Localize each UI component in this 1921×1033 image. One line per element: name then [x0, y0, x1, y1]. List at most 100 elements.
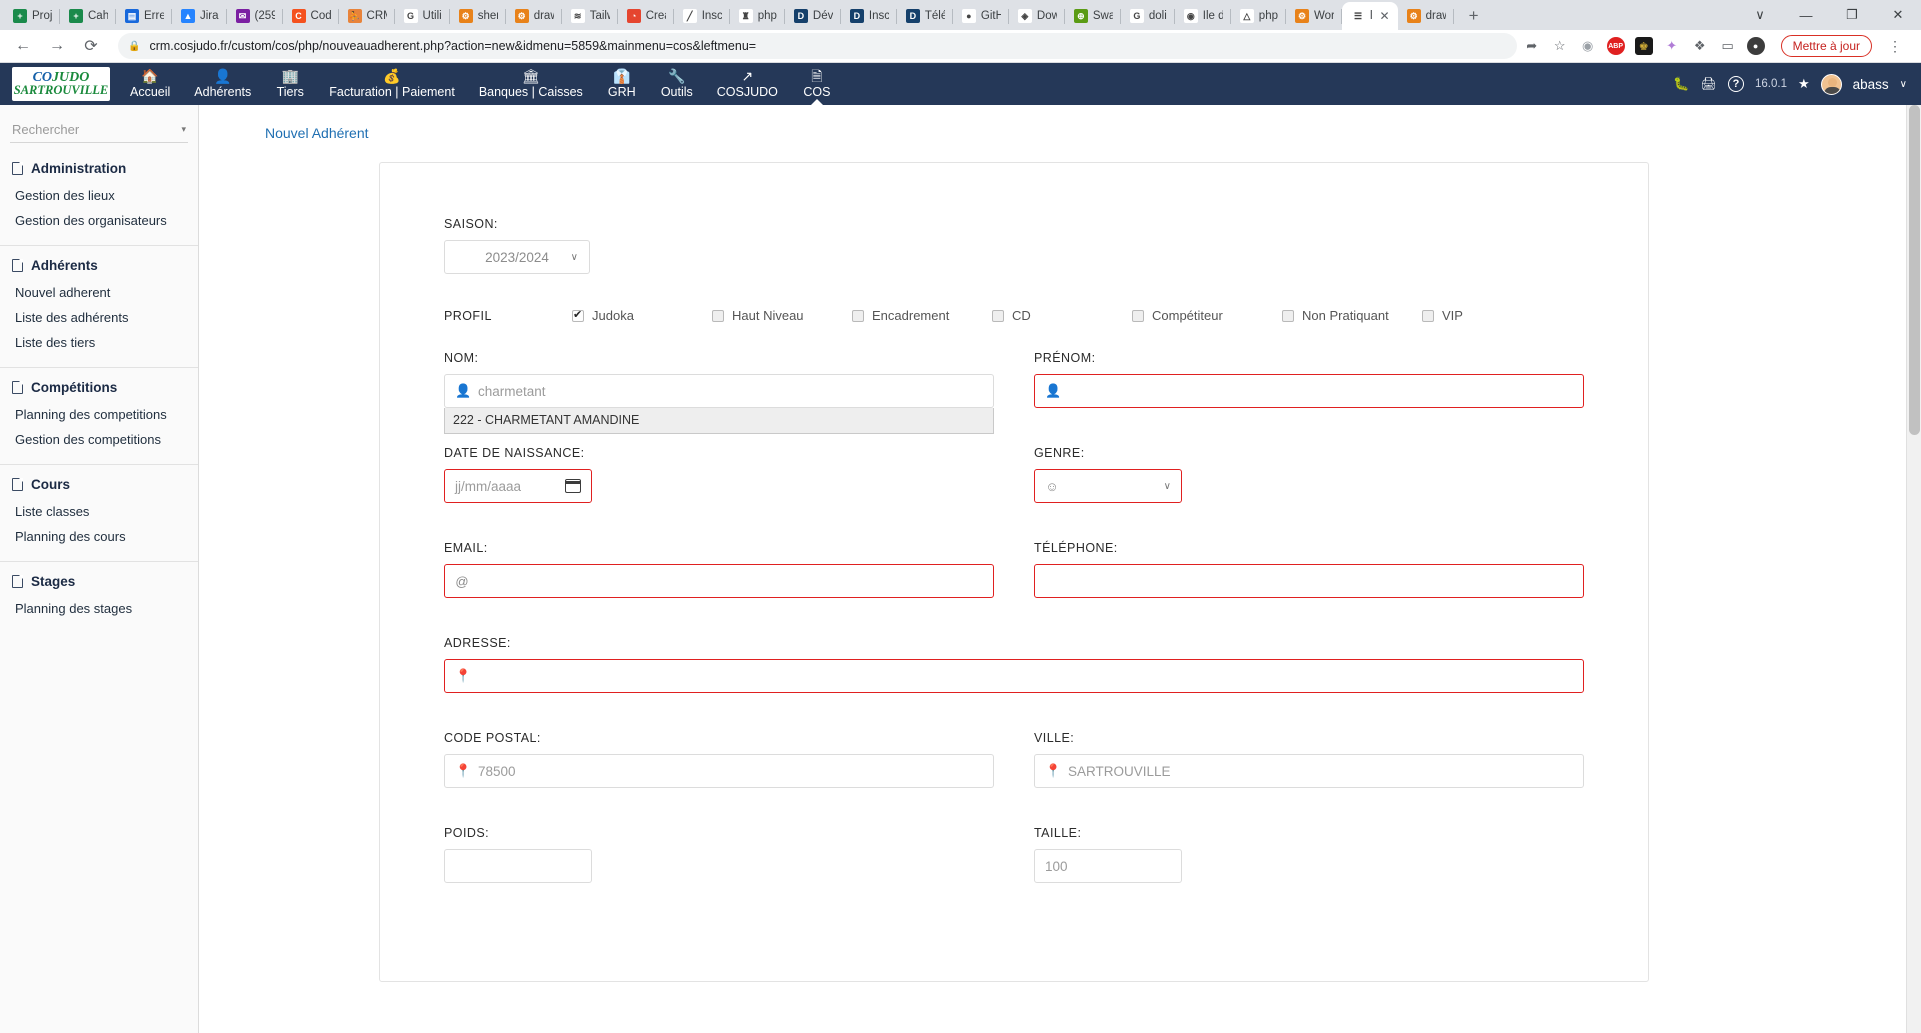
checkbox-icon[interactable] — [992, 309, 1004, 322]
adresse-input[interactable]: 📍 — [444, 659, 1584, 693]
calendar-icon[interactable] — [565, 479, 581, 493]
sidebar-item-gestion-des-competitions[interactable]: Gestion des competitions — [0, 428, 198, 453]
favorite-star-icon[interactable]: ★ — [1798, 76, 1810, 92]
checkbox-icon[interactable] — [1132, 309, 1144, 322]
profil-checkbox-comp-titeur[interactable]: Compétiteur — [1132, 308, 1282, 323]
page-scrollbar[interactable]: ▼ — [1906, 105, 1921, 1033]
browser-tab[interactable]: D Télé — [897, 2, 953, 30]
browser-tab[interactable]: ♜ php — [730, 2, 785, 30]
user-avatar[interactable] — [1820, 73, 1842, 95]
taille-input[interactable]: 100 — [1034, 849, 1182, 883]
maximize-button[interactable]: ❐ — [1829, 0, 1875, 30]
browser-tab[interactable]: ≋ Tailw — [562, 2, 618, 30]
extensions-puzzle-icon[interactable]: ❖ — [1691, 37, 1709, 55]
sidebar-item-liste-classes[interactable]: Liste classes — [0, 500, 198, 525]
browser-tab[interactable]: ╱ Inscr — [674, 2, 730, 30]
browser-tab[interactable]: D Insc — [841, 2, 897, 30]
date-naissance-input[interactable]: jj/mm/aaaa — [444, 469, 592, 503]
browser-tab[interactable]: ⚙ draw — [1398, 2, 1454, 30]
profil-checkbox-vip[interactable]: VIP — [1422, 308, 1492, 323]
browser-tab[interactable]: + Proj — [4, 2, 60, 30]
browser-tab[interactable]: ▲ Jira — [172, 2, 227, 30]
nav-item-outils[interactable]: 🔧 Outils — [649, 63, 705, 105]
sidebar-group-title[interactable]: Cours — [0, 475, 198, 500]
sidebar-search[interactable]: Rechercher ▾ — [10, 119, 188, 143]
checkbox-icon[interactable] — [712, 309, 724, 322]
nav-item-cos[interactable]: 🗎 COS — [790, 63, 844, 105]
nav-item-cosjudo[interactable]: ↗ COSJUDO — [705, 63, 790, 105]
sidebar-item-planning-des-cours[interactable]: Planning des cours — [0, 525, 198, 550]
browser-tab[interactable]: ◉ Ile d — [1175, 2, 1231, 30]
bug-icon[interactable]: 🐛 — [1673, 76, 1689, 92]
sidebar-item-liste-des-tiers[interactable]: Liste des tiers — [0, 331, 198, 356]
url-input[interactable]: 🔒 crm.cosjudo.fr/custom/cos/php/nouveaua… — [118, 33, 1517, 59]
username-label[interactable]: abass — [1853, 77, 1889, 92]
browser-tab[interactable]: ▤ Erre — [116, 2, 172, 30]
browser-tab[interactable]: ☰ l ✕ — [1341, 2, 1398, 30]
browser-tab[interactable]: ◔ Crea — [618, 2, 674, 30]
update-button[interactable]: Mettre à jour — [1780, 35, 1872, 57]
extension-ghostery-icon[interactable]: ◉ — [1579, 37, 1597, 55]
email-input[interactable]: @ — [444, 564, 994, 598]
browser-tab[interactable]: △ php — [1231, 2, 1286, 30]
sidebar-group-title[interactable]: Administration — [0, 159, 198, 184]
share-icon[interactable]: ➦ — [1523, 37, 1541, 55]
tab-search-button[interactable]: ∨ — [1737, 0, 1783, 30]
scrollbar-thumb[interactable] — [1909, 105, 1920, 435]
extension-adblock-icon[interactable]: ABP — [1606, 37, 1625, 55]
minimize-button[interactable]: — — [1783, 0, 1829, 30]
browser-tab[interactable]: ⛹ CRM — [339, 2, 395, 30]
sidebar-item-liste-des-adh-rents[interactable]: Liste des adhérents — [0, 306, 198, 331]
browser-tab[interactable]: Gdoli — [1121, 2, 1175, 30]
sidebar-item-gestion-des-lieux[interactable]: Gestion des lieux — [0, 184, 198, 209]
nav-item-facturation-paiement[interactable]: 💰 Facturation | Paiement — [317, 63, 467, 105]
browser-tab[interactable]: C Cod — [283, 2, 339, 30]
sidepanel-icon[interactable]: ▭ — [1719, 37, 1737, 55]
checkbox-icon[interactable] — [572, 308, 584, 322]
back-icon[interactable]: ← — [8, 32, 38, 60]
checkbox-icon[interactable] — [1422, 309, 1434, 322]
reload-icon[interactable]: ⟳ — [76, 32, 106, 60]
nav-item-grh[interactable]: 👔 GRH — [595, 63, 649, 105]
bookmark-star-icon[interactable]: ☆ — [1551, 37, 1569, 55]
profil-checkbox-cd[interactable]: CD — [992, 308, 1132, 323]
nom-input[interactable]: 👤 charmetant — [444, 374, 994, 408]
new-tab-button[interactable]: + — [1460, 2, 1488, 30]
browser-tab[interactable]: D Dév — [785, 2, 841, 30]
poids-input[interactable] — [444, 849, 592, 883]
print-icon[interactable]: 🖨 — [1700, 76, 1717, 92]
sidebar-group-title[interactable]: Compétitions — [0, 378, 198, 403]
profil-checkbox-judoka[interactable]: Judoka — [572, 308, 712, 323]
profil-checkbox-non-pratiquant[interactable]: Non Pratiquant — [1282, 308, 1422, 323]
telephone-input[interactable] — [1034, 564, 1584, 598]
nav-item-adh-rents[interactable]: 👤 Adhérents — [182, 63, 263, 105]
close-tab-icon[interactable]: ✕ — [1380, 9, 1390, 23]
nav-item-banques-caisses[interactable]: 🏛 Banques | Caisses — [467, 63, 595, 105]
nav-item-tiers[interactable]: 🏢 Tiers — [263, 63, 317, 105]
extension-dashlane-icon[interactable]: ♚ — [1634, 37, 1653, 55]
profile-avatar-icon[interactable]: ● — [1746, 37, 1765, 55]
checkbox-icon[interactable] — [1282, 309, 1294, 322]
browser-tab[interactable]: ✉ (259 — [227, 2, 283, 30]
nom-autocomplete-option[interactable]: 222 - CHARMETANT AMANDINE — [444, 408, 994, 434]
sidebar-item-planning-des-competitions[interactable]: Planning des competitions — [0, 403, 198, 428]
help-icon[interactable]: ? — [1728, 76, 1744, 92]
prenom-input[interactable]: 👤 — [1034, 374, 1584, 408]
checkbox-icon[interactable] — [852, 309, 864, 322]
browser-tab[interactable]: ⚙ sher — [450, 2, 506, 30]
ville-input[interactable]: 📍 SARTROUVILLE — [1034, 754, 1584, 788]
sidebar-group-title[interactable]: Stages — [0, 572, 198, 597]
sidebar-item-planning-des-stages[interactable]: Planning des stages — [0, 597, 198, 622]
chevron-down-icon[interactable]: ▾ — [181, 124, 186, 135]
browser-tab[interactable]: ◈ Dow — [1009, 2, 1065, 30]
browser-tab[interactable]: ⊕ Swa — [1065, 2, 1121, 30]
profil-checkbox-haut-niveau[interactable]: Haut Niveau — [712, 308, 852, 323]
nav-item-accueil[interactable]: 🏠 Accueil — [118, 63, 182, 105]
extension-purple-icon[interactable]: ✦ — [1663, 37, 1681, 55]
sidebar-item-nouvel-adherent[interactable]: Nouvel adherent — [0, 281, 198, 306]
browser-tab[interactable]: G Utili — [395, 2, 450, 30]
close-window-button[interactable]: ✕ — [1875, 0, 1921, 30]
saison-select[interactable]: 2023/2024 ∨ — [444, 240, 590, 274]
genre-select[interactable]: ☺ ∨ — [1034, 469, 1182, 503]
forward-icon[interactable]: → — [42, 32, 72, 60]
